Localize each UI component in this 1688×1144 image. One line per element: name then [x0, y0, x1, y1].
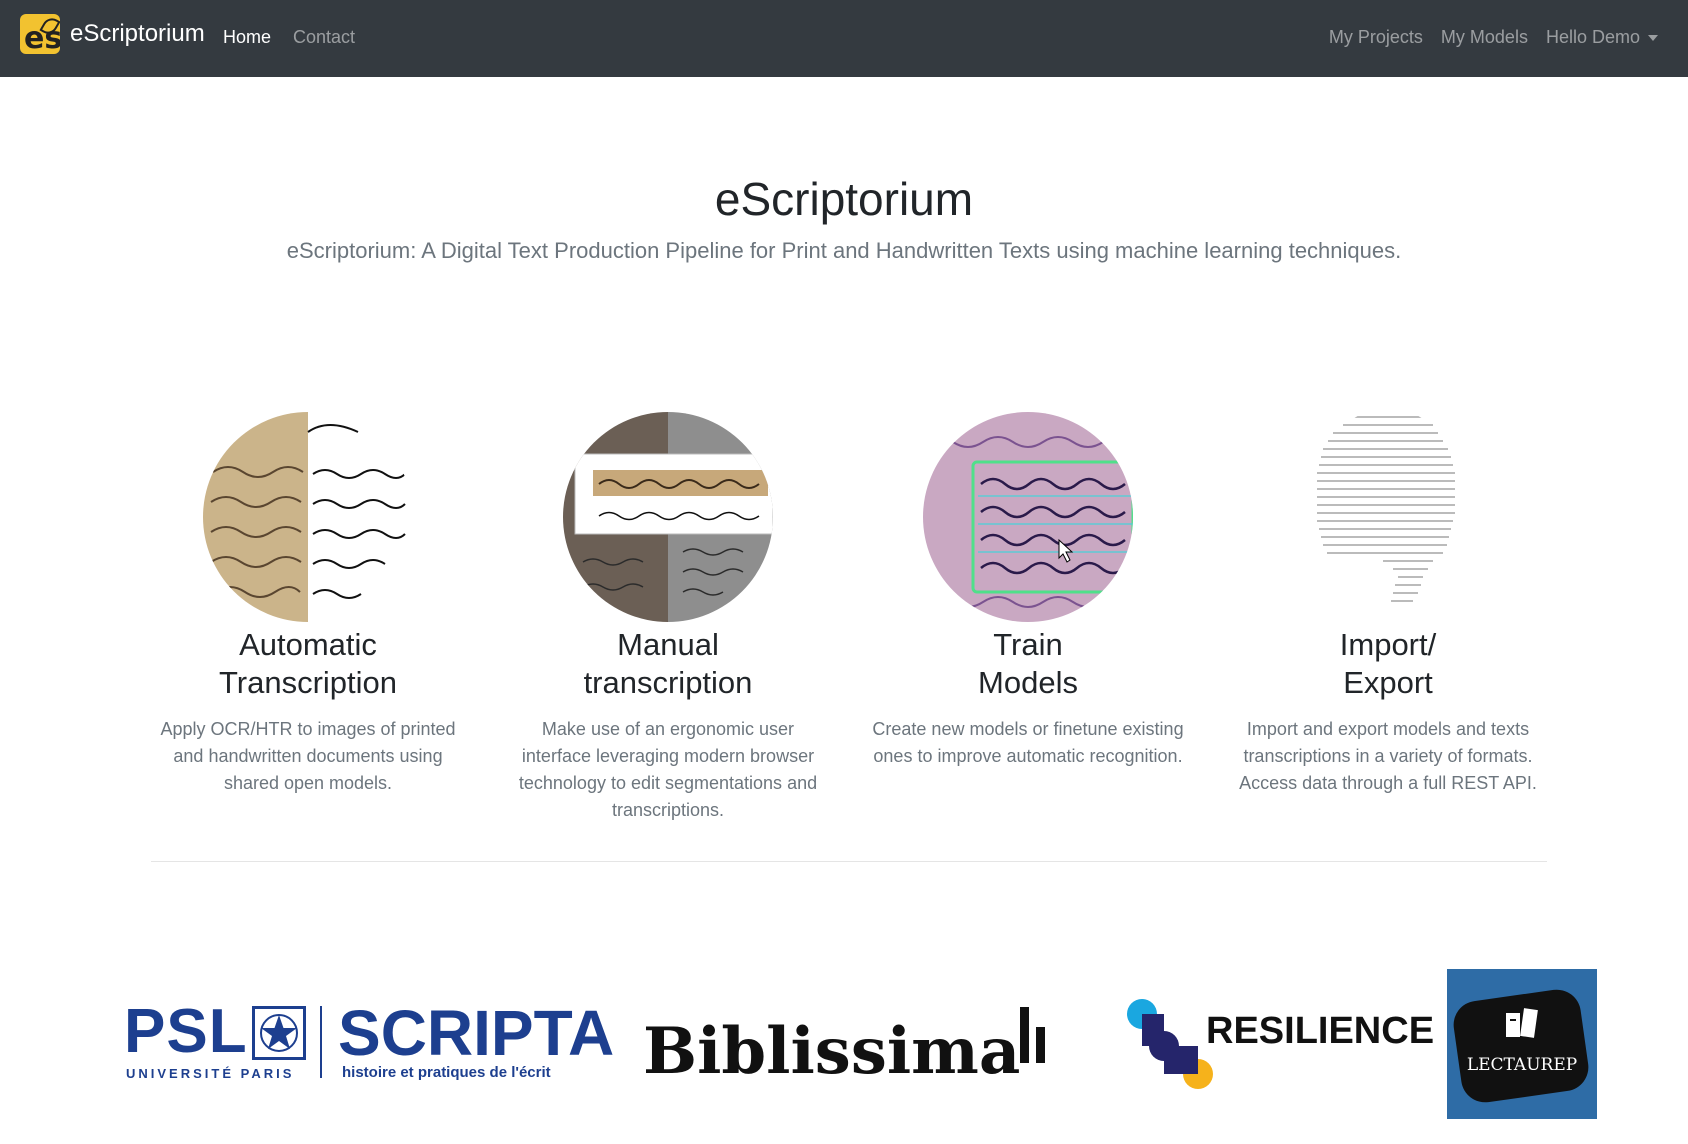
brand-name: eScriptorium	[70, 20, 205, 47]
scripta-subtitle: histoire et pratiques de l'écrit	[342, 1064, 551, 1081]
psl-logo-text: PSL	[124, 997, 248, 1066]
logo-separator	[320, 1006, 322, 1078]
biblissima-logo-text: Biblissima	[643, 1014, 1021, 1089]
feature-description: Apply OCR/HTR to images of printed and h…	[160, 719, 456, 793]
feature-title-line2: Export	[1343, 665, 1433, 700]
user-menu-label: Hello Demo	[1545, 27, 1640, 47]
feature-title-line1: Train	[993, 627, 1063, 662]
resilience-logo[interactable]: RESILIENCE	[1126, 998, 1434, 1090]
brand-link[interactable]: es eScriptorium	[20, 14, 205, 54]
nav-my-projects-link[interactable]: My Projects	[1329, 27, 1423, 48]
scripta-logo-text: SCRIPTA	[338, 997, 615, 1069]
psl-subtitle: UNIVERSITÉ PARIS	[126, 1066, 295, 1081]
feature-import-export: Import/ Export Import and export models …	[1228, 412, 1548, 797]
lectaurep-logo[interactable]: LECTAUREP	[1447, 969, 1597, 1119]
top-navbar: es eScriptorium Home Contact My Projects…	[0, 0, 1688, 77]
text-export-icon	[1283, 412, 1493, 622]
biblissima-bar-icon	[1036, 1027, 1045, 1063]
feature-title-line1: Automatic	[239, 627, 377, 662]
escriptorium-logo-icon: es	[20, 14, 60, 54]
feature-title-line2: Models	[978, 665, 1078, 700]
page-title: eScriptorium	[714, 173, 974, 225]
lectaurep-logo-text: LECTAUREP	[1466, 1055, 1578, 1075]
segmentation-training-icon	[923, 412, 1133, 622]
biblissima-logo[interactable]: Biblissima	[643, 1003, 1053, 1093]
manuscript-transcription-icon	[203, 412, 413, 622]
user-menu-dropdown[interactable]: Hello Demo	[1546, 27, 1658, 48]
page-subtitle: eScriptorium: A Digital Text Production …	[286, 238, 1402, 263]
feature-description: Make use of an ergonomic user interface …	[518, 719, 818, 820]
nav-right: My Projects My Models Hello Demo	[1329, 27, 1658, 48]
nav-my-models-link[interactable]: My Models	[1441, 27, 1528, 48]
psl-scripta-logo[interactable]: PSL UNIVERSITÉ PARIS SCRIPTA histoire et…	[124, 997, 614, 1082]
nav-left: Home Contact	[223, 27, 355, 48]
feature-title-line2: Transcription	[218, 665, 398, 700]
feature-manual-transcription: Manual transcription Make use of an ergo…	[508, 412, 828, 824]
feature-description: Import and export models and texts trans…	[1239, 719, 1537, 793]
section-divider	[151, 861, 1547, 862]
feature-title-line1: Import/	[1339, 627, 1437, 662]
nav-home-link[interactable]: Home	[223, 27, 271, 48]
chevron-down-icon	[1648, 35, 1658, 42]
transcription-editor-icon	[563, 412, 773, 622]
nav-contact-link[interactable]: Contact	[293, 27, 355, 48]
feature-train-models: Train Models Create new models or finetu…	[868, 412, 1188, 770]
feature-title-line2: transcription	[583, 665, 753, 700]
biblissima-bar-icon	[1020, 1007, 1029, 1063]
books-icon	[1506, 1008, 1538, 1038]
feature-automatic-transcription: Automatic Transcription Apply OCR/HTR to…	[148, 412, 468, 797]
feature-description: Create new models or finetune existing o…	[872, 719, 1184, 766]
psl-star-icon	[252, 1006, 306, 1060]
resilience-logo-text: RESILIENCE	[1206, 1010, 1435, 1052]
feature-title-line1: Manual	[617, 627, 719, 662]
